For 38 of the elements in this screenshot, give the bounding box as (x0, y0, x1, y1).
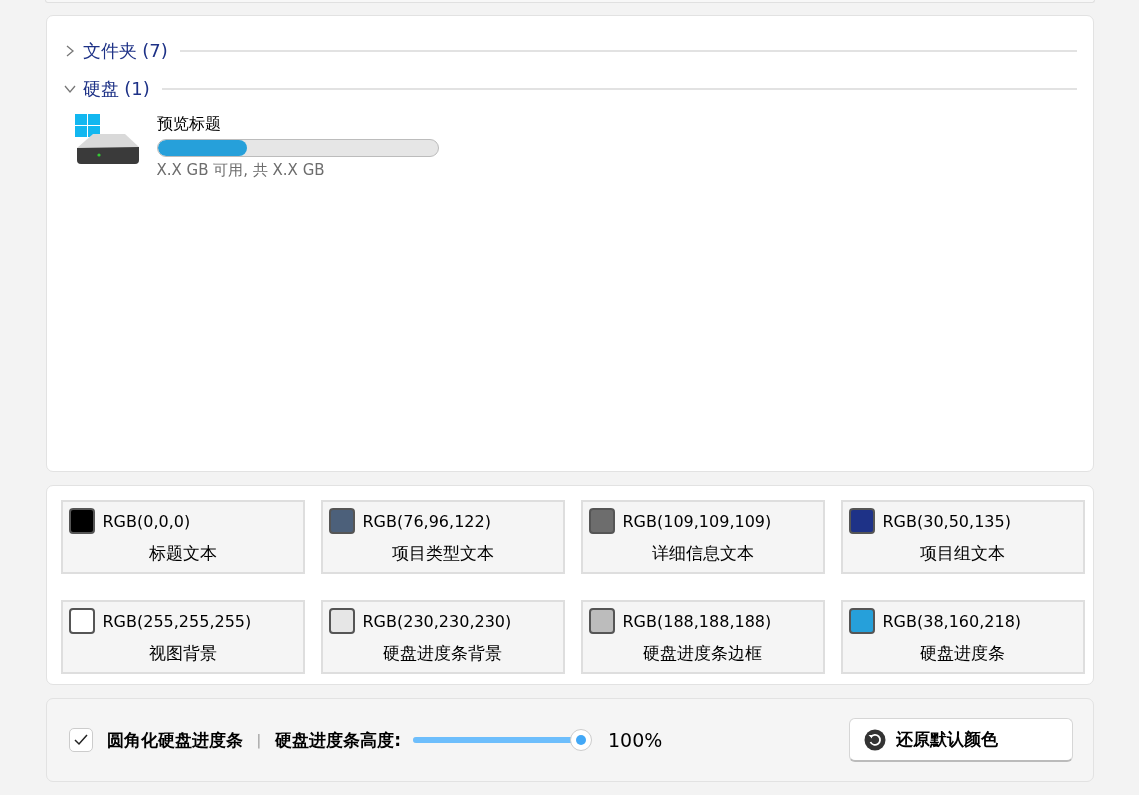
drive-detail: X.X GB 可用, 共 X.X GB (156, 161, 326, 180)
color-option[interactable]: RGB(255,255,255) 视图背景 (60, 600, 305, 674)
group-title[interactable]: 硬盘 (1) (82, 77, 150, 101)
color-label: 标题文本 (147, 542, 218, 565)
color-option[interactable]: RGB(188,188,188) 硬盘进度条边框 (580, 600, 825, 674)
color-option[interactable]: RGB(38,160,218) 硬盘进度条 (840, 600, 1085, 674)
checkbox-label: 圆角化硬盘进度条 (106, 728, 243, 752)
drive-icon (74, 114, 141, 166)
color-option[interactable]: RGB(0,0,0) 标题文本 (60, 500, 305, 574)
drive-title: 预览标题 (156, 114, 222, 135)
reset-icon (863, 728, 886, 751)
color-value: RGB(38,160,218) (882, 611, 1022, 631)
color-value: RGB(109,109,109) (622, 511, 772, 531)
checkbox[interactable] (68, 728, 93, 752)
color-value: RGB(30,50,135) (882, 511, 1011, 531)
color-option[interactable]: RGB(109,109,109) 详细信息文本 (580, 500, 825, 574)
color-value: RGB(230,230,230) (362, 611, 512, 631)
slider-label: 硬盘进度条高度: (275, 728, 402, 752)
color-value: RGB(76,96,122) (362, 511, 491, 531)
color-label: 硬盘进度条边框 (642, 642, 763, 665)
color-label: 硬盘进度条背景 (382, 642, 503, 665)
color-option[interactable]: RGB(76,96,122) 项目类型文本 (320, 500, 565, 574)
color-label: 项目组文本 (919, 542, 1006, 565)
color-label: 项目类型文本 (390, 542, 495, 565)
color-option[interactable]: RGB(30,50,135) 项目组文本 (840, 500, 1085, 574)
color-label: 详细信息文本 (650, 542, 755, 565)
color-value: RGB(188,188,188) (622, 611, 772, 631)
color-label: 视图背景 (147, 642, 218, 665)
slider-thumb[interactable] (570, 729, 593, 751)
check-icon (73, 734, 88, 746)
slider-value: 100% (608, 729, 663, 751)
color-label: 硬盘进度条 (919, 642, 1006, 665)
color-value: RGB(0,0,0) (102, 511, 191, 531)
color-option[interactable]: RGB(230,230,230) 硬盘进度条背景 (320, 600, 565, 674)
group-title[interactable]: 文件夹 (7) (82, 39, 168, 63)
separator: | (256, 732, 262, 748)
color-value: RGB(255,255,255) (102, 611, 252, 631)
reset-button[interactable]: 还原默认颜色 (848, 718, 1073, 762)
